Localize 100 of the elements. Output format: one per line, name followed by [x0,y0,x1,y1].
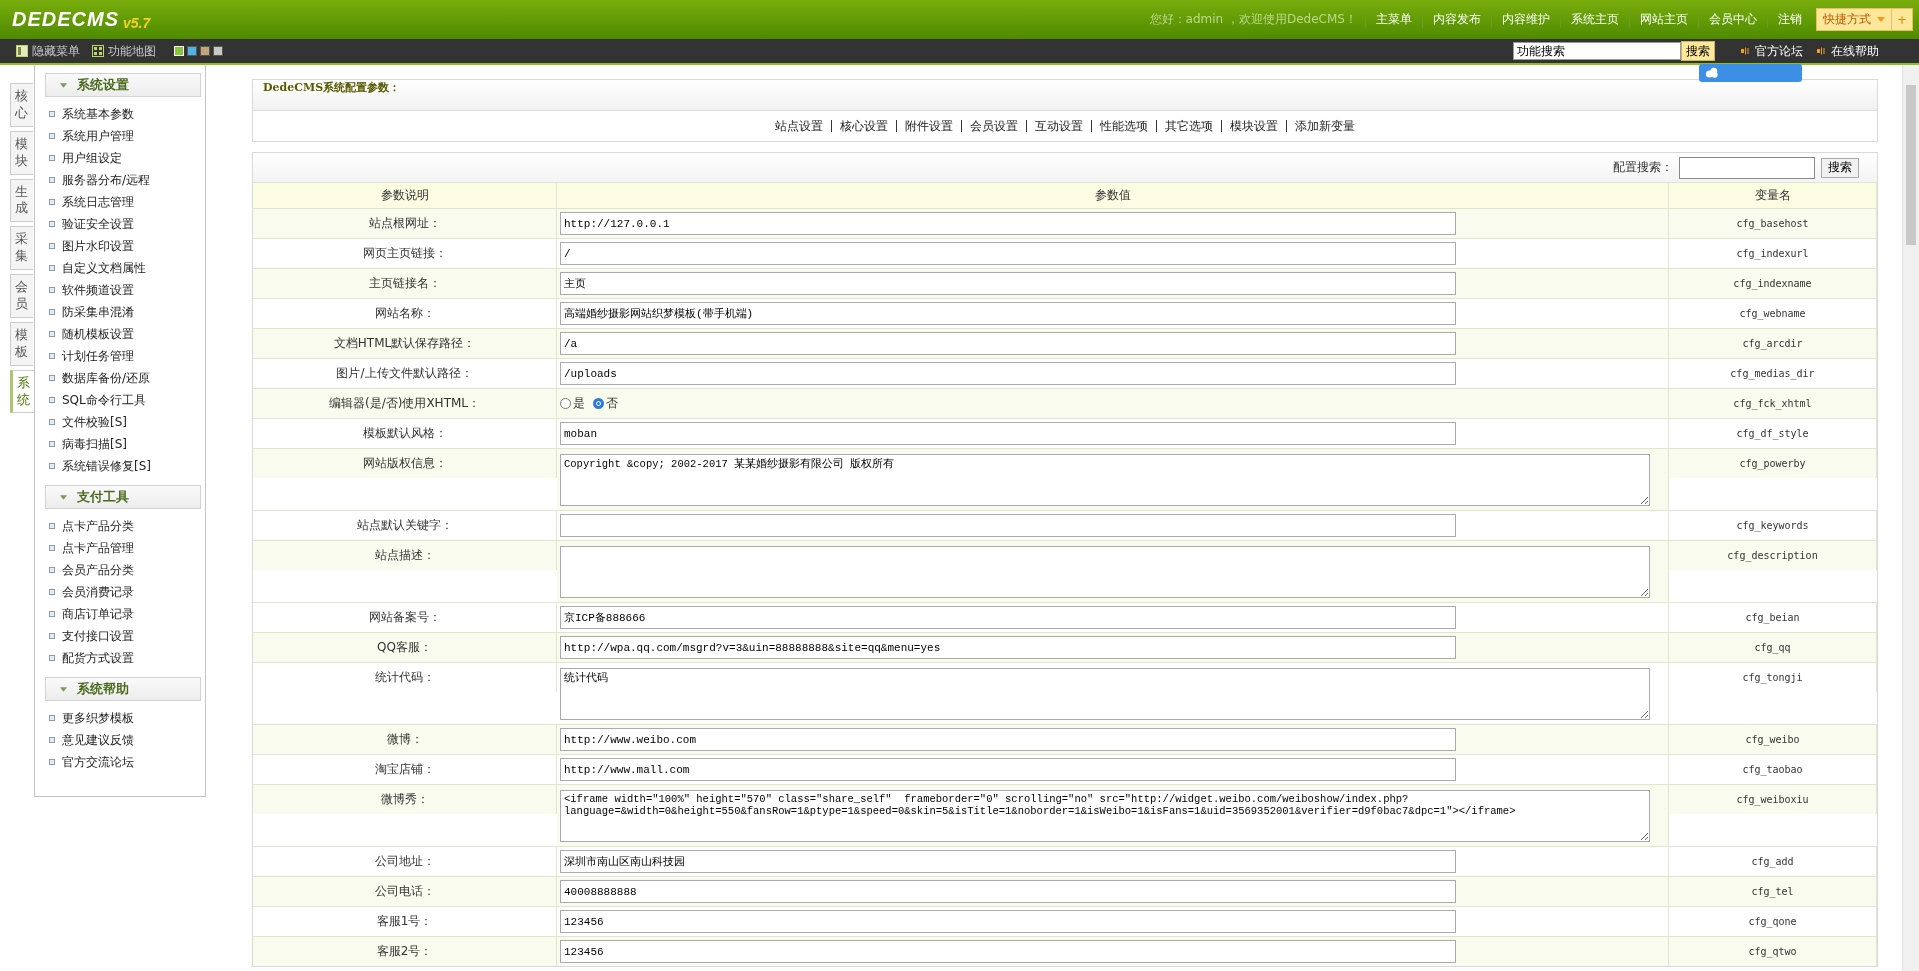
menu-item[interactable]: 软件频道设置 [62,281,134,299]
input-field[interactable]: http://127.0.0.1 [560,212,1456,235]
bullet-icon [49,331,55,337]
table-cell: cfg_arcdir [1669,328,1877,358]
toolbar-link[interactable]: 官方论坛 [1741,42,1803,60]
bullet-icon [49,463,55,469]
radio-option[interactable]: 是 [560,395,585,412]
greeting-text: 您好：admin ，欢迎使用DedeCMS！ [1149,11,1357,28]
radio-option[interactable]: 否 [593,395,618,412]
section-link[interactable]: 会员设置 [961,120,1026,132]
menu-item[interactable]: 数据库备份/还原 [62,369,151,387]
bullet-icon [49,265,55,271]
search-field[interactable]: 功能搜索 [1513,42,1681,60]
panel-title: DedeCMS系统配置参数： [253,80,1877,111]
panel-icon [16,45,28,57]
menu-item[interactable]: 文件校验[S] [62,413,127,431]
input-field[interactable]: moban [560,422,1456,445]
side-tab[interactable]: 模板 [10,321,33,366]
input-field[interactable] [560,514,1456,537]
menu-item[interactable]: 计划任务管理 [62,347,134,365]
side-tab[interactable]: 采集 [10,226,33,271]
section-link[interactable]: 性能选项 [1091,120,1156,132]
toolbar-link[interactable]: 功能地图 [92,42,156,60]
input-field[interactable]: http://www.weibo.com [560,728,1456,751]
section-link[interactable]: 附件设置 [896,120,961,132]
table-cell: 公司电话： [253,876,557,906]
search-button[interactable]: 搜索 [1821,157,1859,178]
section-link[interactable]: 添加新变量 [1286,120,1363,132]
section-link[interactable]: 其它选项 [1156,120,1221,132]
menu-group-header[interactable]: 支付工具 [45,485,201,509]
input-field[interactable]: 123456 [560,910,1456,933]
input-field[interactable]: http://wpa.qq.com/msgrd?v=3&uin=88888888&site=qq&menu=yes [560,636,1456,659]
menu-item[interactable]: 支付接口设置 [62,627,134,645]
text-area[interactable] [560,545,1650,598]
text-area[interactable]: 统计代码 [560,667,1650,720]
bullet-icon [49,715,55,721]
input-field[interactable]: /a [560,332,1456,355]
menu-item[interactable]: 自定义文档属性 [62,259,146,277]
menu-group-header[interactable]: 系统帮助 [45,677,201,701]
menu-item[interactable]: 官方交流论坛 [62,753,134,771]
menu-item[interactable]: 意见建议反馈 [62,731,134,749]
side-tab[interactable]: 系统 [10,369,35,414]
input-field[interactable]: 40008888888 [560,880,1456,903]
menu-item[interactable]: 随机模板设置 [62,325,134,343]
skin-swatch[interactable] [200,46,210,56]
table-cell: 网站版权信息： [253,448,557,478]
side-tab[interactable]: 会员 [10,274,33,318]
input-field[interactable]: 深圳市南山区南山科技园 [560,850,1456,873]
bullet-icon [49,759,55,765]
input-field[interactable]: / [560,242,1456,265]
section-link[interactable]: 站点设置 [767,120,831,132]
menu-item[interactable]: 会员消费记录 [62,583,134,601]
text-area[interactable]: Copyright &copy; 2002-2017 某某婚纱摄影有限公司 版权所有 [560,453,1650,506]
menu-item[interactable]: 配货方式设置 [62,649,134,667]
toolbar-link[interactable]: 隐藏菜单 [16,42,80,60]
menu-item[interactable]: 验证安全设置 [62,215,134,233]
skin-swatch[interactable] [187,46,197,56]
table-cell: cfg_indexname [1669,268,1877,298]
search-button[interactable]: 搜索 [1681,41,1715,61]
text-area[interactable]: <iframe width="100%" height="570" class="share_self" frameborder="0" scrolling="no" src="http://widget.weibo.com/weiboshow/index.php?language=&width=0&height=550&fansRow=1&ptype=1&speed=0&skin=5&isTitle=1&noborder=1&isWeibo=1&isFans=1&uid=3569352001&verifier=d9f0bac7&dpc=1"></iframe> [560,789,1650,842]
section-link[interactable]: 核心设置 [831,120,896,132]
menu-item[interactable]: 会员产品分类 [62,561,134,579]
input-field[interactable]: 京ICP备888666 [560,606,1456,629]
quick-menu-button[interactable]: 快捷方式 [1815,8,1892,31]
side-tab[interactable]: 模块 [10,130,33,175]
input-field[interactable]: 高端婚纱摄影网站织梦模板(带手机端) [560,302,1456,325]
menu-item[interactable]: 更多织梦模板 [62,709,134,727]
menu-item[interactable]: SQL命令行工具 [62,391,146,409]
section-link[interactable]: 互动设置 [1026,120,1091,132]
menu-group-header[interactable]: 系统设置 [45,73,201,97]
menu-item[interactable]: 点卡产品管理 [62,539,134,557]
bullet-icon [49,737,55,743]
skin-swatch[interactable] [213,46,223,56]
input-field[interactable]: 123456 [560,940,1456,963]
menu-item[interactable]: 系统用户管理 [62,127,134,145]
menu-item[interactable]: 系统错误修复[S] [62,457,151,475]
bullet-icon [49,243,55,249]
menu-item[interactable]: 系统基本参数 [62,105,134,123]
menu-item[interactable]: 服务器分布/远程 [62,171,151,189]
bullet-icon [49,221,55,227]
search-field[interactable] [1679,156,1815,179]
toolbar-link[interactable]: 在线帮助 [1817,42,1879,60]
menu-item[interactable]: 用户组设定 [62,149,122,167]
table-cell: 文档HTML默认保存路径： [253,328,557,358]
menu-item[interactable]: 系统日志管理 [62,193,134,211]
menu-item[interactable]: 防采集串混淆 [62,303,134,321]
input-field[interactable]: http://www.mall.com [560,758,1456,781]
menu-item[interactable]: 图片水印设置 [62,237,134,255]
side-tab[interactable]: 生成 [10,178,33,223]
column-header: 参数说明 [253,182,557,208]
menu-item[interactable]: 商店订单记录 [62,605,134,623]
input-field[interactable]: /uploads [560,362,1456,385]
input-field[interactable]: 主页 [560,272,1456,295]
floating-widget[interactable] [1699,64,1802,82]
menu-item[interactable]: 点卡产品分类 [62,517,134,535]
side-tab[interactable]: 核心 [10,83,33,127]
bullet-icon [49,397,55,403]
section-link[interactable]: 模块设置 [1221,120,1286,132]
scrollbar[interactable] [1902,65,1919,971]
menu-item[interactable]: 病毒扫描[S] [62,435,127,453]
